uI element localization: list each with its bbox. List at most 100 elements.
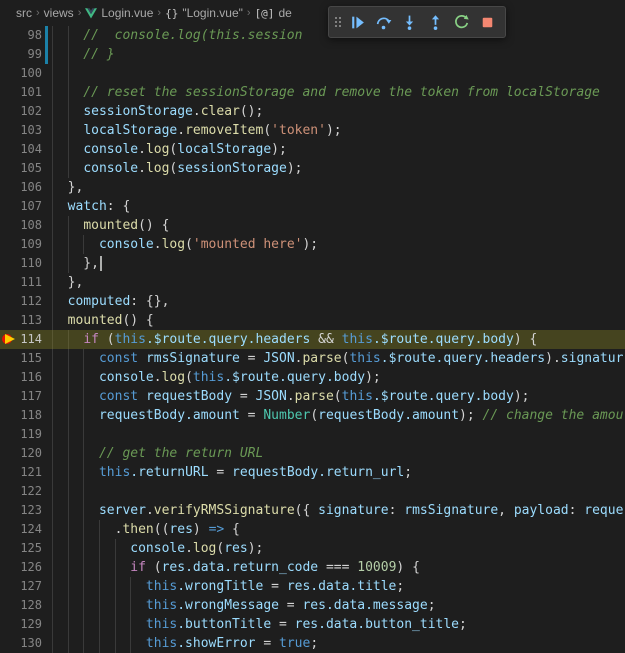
line-number[interactable]: 119: [16, 425, 42, 444]
line-number[interactable]: 99: [16, 45, 42, 64]
debug-step-into-button[interactable]: [396, 8, 422, 36]
debug-restart-button[interactable]: [448, 8, 474, 36]
breakpoint-gutter[interactable]: [0, 444, 16, 463]
code-line-129[interactable]: 129 this.buttonTitle = res.data.button_t…: [0, 615, 625, 634]
breakpoint-gutter[interactable]: [0, 577, 16, 596]
line-number[interactable]: 114: [16, 330, 42, 349]
line-number[interactable]: 116: [16, 368, 42, 387]
breakpoint-gutter[interactable]: [0, 216, 16, 235]
drag-handle[interactable]: [331, 8, 344, 36]
breakpoint-gutter[interactable]: [0, 26, 16, 45]
code-text[interactable]: this.returnURL = requestBody.return_url;: [52, 463, 625, 482]
code-line-101[interactable]: 101 // reset the sessionStorage and remo…: [0, 83, 625, 102]
code-line-100[interactable]: 100: [0, 64, 625, 83]
breadcrumb-item-file[interactable]: Login.vue: [101, 6, 153, 20]
code-text[interactable]: },: [52, 254, 625, 273]
code-line-98[interactable]: 98 // console.log(this.session: [0, 26, 625, 45]
code-line-99[interactable]: 99 // }: [0, 45, 625, 64]
breakpoint-gutter[interactable]: [0, 64, 16, 83]
debug-step-over-button[interactable]: [370, 8, 396, 36]
code-line-111[interactable]: 111 },: [0, 273, 625, 292]
breakpoint-gutter[interactable]: [0, 235, 16, 254]
code-line-124[interactable]: 124 .then((res) => {: [0, 520, 625, 539]
code-line-130[interactable]: 130 this.showError = true;: [0, 634, 625, 653]
breakpoint-gutter[interactable]: [0, 273, 16, 292]
line-number[interactable]: 118: [16, 406, 42, 425]
code-line-115[interactable]: 115 const rmsSignature = JSON.parse(this…: [0, 349, 625, 368]
code-line-125[interactable]: 125 console.log(res);: [0, 539, 625, 558]
line-number[interactable]: 127: [16, 577, 42, 596]
line-number[interactable]: 124: [16, 520, 42, 539]
line-number[interactable]: 112: [16, 292, 42, 311]
code-line-122[interactable]: 122: [0, 482, 625, 501]
code-text[interactable]: watch: {: [52, 197, 625, 216]
line-number[interactable]: 98: [16, 26, 42, 45]
code-line-118[interactable]: 118 requestBody.amount = Number(requestB…: [0, 406, 625, 425]
breakpoint-gutter[interactable]: [0, 482, 16, 501]
code-line-119[interactable]: 119: [0, 425, 625, 444]
breadcrumb-item-symbol[interactable]: "Login.vue": [182, 6, 243, 20]
code-text[interactable]: mounted() {: [52, 216, 625, 235]
line-number[interactable]: 117: [16, 387, 42, 406]
breakpoint-gutter[interactable]: [0, 501, 16, 520]
code-line-114[interactable]: 114 if (this.$route.query.headers && thi…: [0, 330, 625, 349]
breakpoint-gutter[interactable]: [0, 520, 16, 539]
breadcrumb-item-src[interactable]: src: [16, 6, 32, 20]
line-number[interactable]: 110: [16, 254, 42, 273]
code-text[interactable]: server.verifyRMSSignature({ signature: r…: [52, 501, 625, 520]
line-number[interactable]: 115: [16, 349, 42, 368]
code-text[interactable]: [52, 482, 625, 501]
line-number[interactable]: 109: [16, 235, 42, 254]
line-number[interactable]: 107: [16, 197, 42, 216]
breakpoint-gutter[interactable]: [0, 83, 16, 102]
line-number[interactable]: 105: [16, 159, 42, 178]
code-text[interactable]: const rmsSignature = JSON.parse(this.$ro…: [52, 349, 625, 368]
code-text[interactable]: console.log(res);: [52, 539, 625, 558]
code-line-103[interactable]: 103 localStorage.removeItem('token');: [0, 121, 625, 140]
breakpoint-gutter[interactable]: [0, 311, 16, 330]
line-number[interactable]: 130: [16, 634, 42, 653]
debug-continue-button[interactable]: [344, 8, 370, 36]
line-number[interactable]: 122: [16, 482, 42, 501]
breakpoint-gutter[interactable]: [0, 159, 16, 178]
line-number[interactable]: 113: [16, 311, 42, 330]
breakpoint-gutter[interactable]: [0, 406, 16, 425]
code-text[interactable]: console.log(this.$route.query.body);: [52, 368, 625, 387]
code-text[interactable]: console.log('mounted here');: [52, 235, 625, 254]
breakpoint-gutter[interactable]: [0, 558, 16, 577]
code-text[interactable]: // get the return URL: [52, 444, 625, 463]
code-text[interactable]: requestBody.amount = Number(requestBody.…: [52, 406, 625, 425]
breakpoint-gutter[interactable]: [0, 425, 16, 444]
breakpoint-gutter[interactable]: [0, 596, 16, 615]
line-number[interactable]: 108: [16, 216, 42, 235]
code-line-113[interactable]: 113 mounted() {: [0, 311, 625, 330]
code-line-112[interactable]: 112 computed: {},: [0, 292, 625, 311]
code-line-120[interactable]: 120 // get the return URL: [0, 444, 625, 463]
code-text[interactable]: // }: [52, 45, 625, 64]
breakpoint-gutter[interactable]: [0, 197, 16, 216]
code-text[interactable]: console.log(localStorage);: [52, 140, 625, 159]
code-line-106[interactable]: 106 },: [0, 178, 625, 197]
line-number[interactable]: 104: [16, 140, 42, 159]
breakpoint-gutter[interactable]: [0, 539, 16, 558]
line-number[interactable]: 126: [16, 558, 42, 577]
breakpoint-gutter[interactable]: [0, 102, 16, 121]
breakpoint-gutter[interactable]: [0, 140, 16, 159]
line-number[interactable]: 120: [16, 444, 42, 463]
code-text[interactable]: if (this.$route.query.headers && this.$r…: [52, 330, 625, 349]
debug-current-line-indicator[interactable]: [0, 330, 16, 349]
code-text[interactable]: // reset the sessionStorage and remove t…: [52, 83, 625, 102]
code-line-121[interactable]: 121 this.returnURL = requestBody.return_…: [0, 463, 625, 482]
breakpoint-gutter[interactable]: [0, 387, 16, 406]
line-number[interactable]: 101: [16, 83, 42, 102]
code-text[interactable]: console.log(sessionStorage);: [52, 159, 625, 178]
code-text[interactable]: mounted() {: [52, 311, 625, 330]
code-text[interactable]: this.showError = true;: [52, 634, 625, 653]
code-line-123[interactable]: 123 server.verifyRMSSignature({ signatur…: [0, 501, 625, 520]
code-text[interactable]: const requestBody = JSON.parse(this.$rou…: [52, 387, 625, 406]
code-text[interactable]: this.buttonTitle = res.data.button_title…: [52, 615, 625, 634]
code-text[interactable]: [52, 425, 625, 444]
code-text[interactable]: .then((res) => {: [52, 520, 625, 539]
line-number[interactable]: 123: [16, 501, 42, 520]
code-text[interactable]: localStorage.removeItem('token');: [52, 121, 625, 140]
